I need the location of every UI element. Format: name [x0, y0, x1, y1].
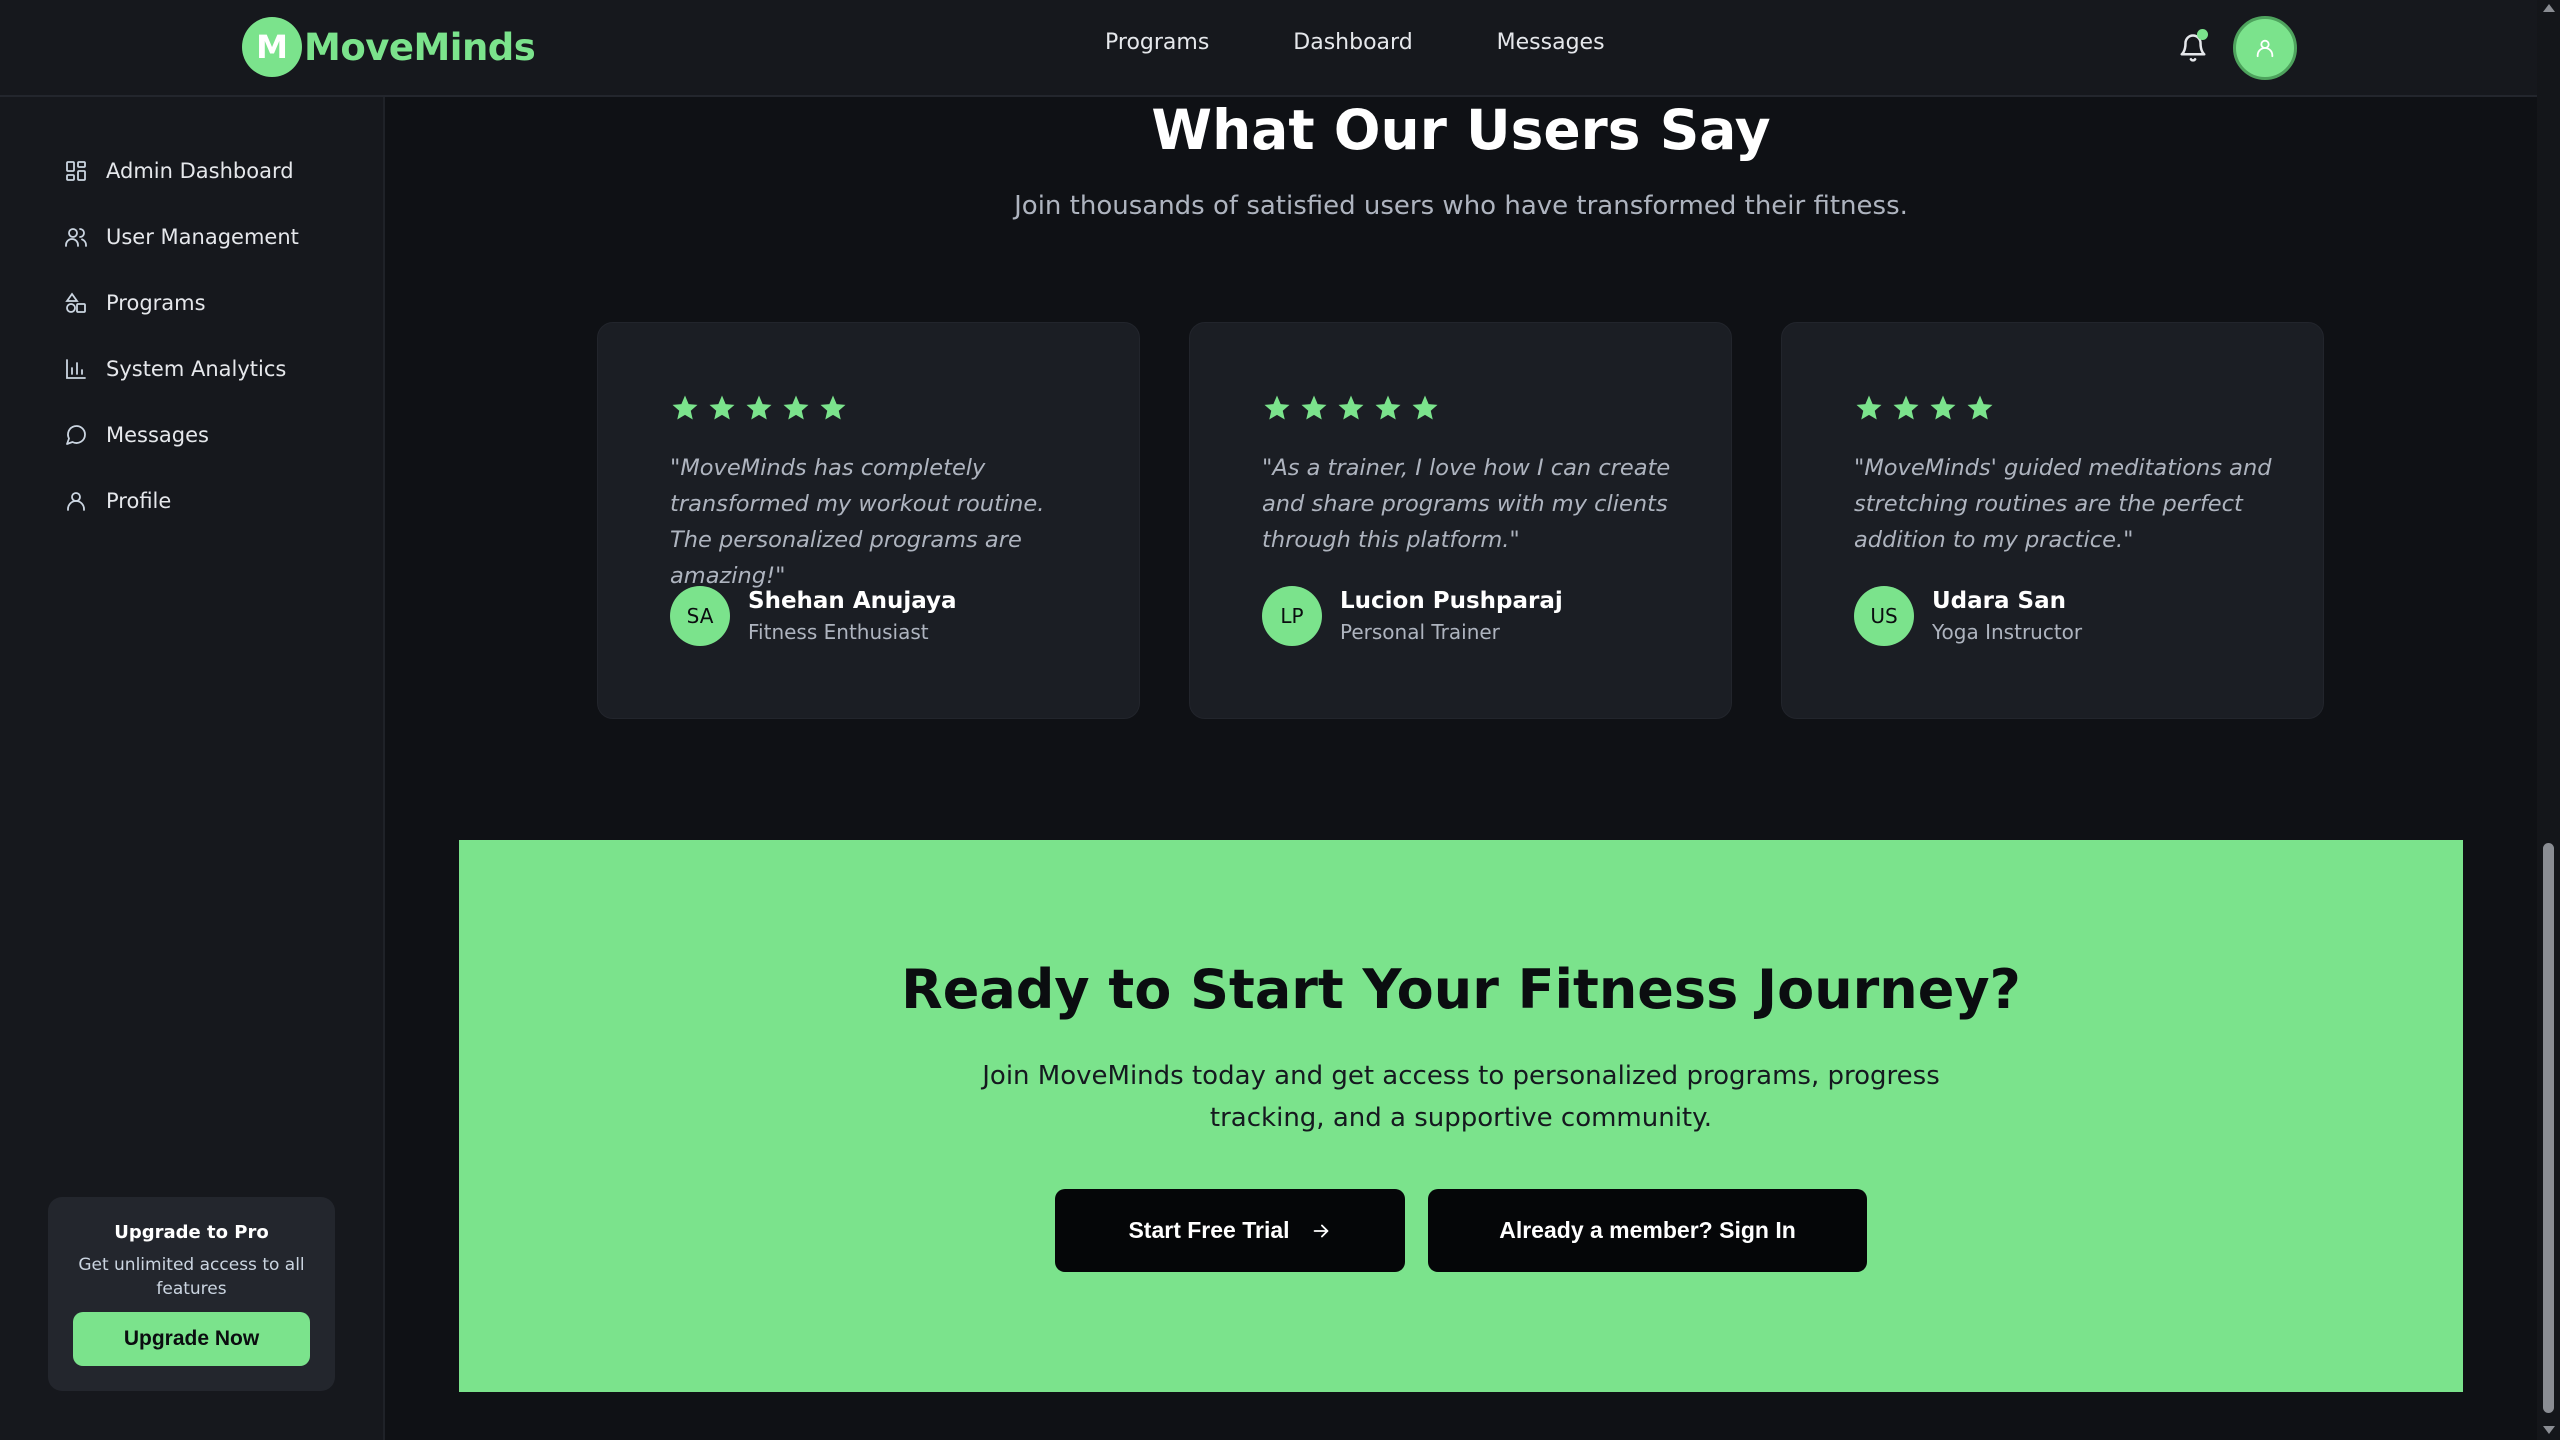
star-icon — [1301, 395, 1327, 420]
users-icon — [65, 228, 87, 247]
page-scrollbar[interactable] — [2537, 0, 2560, 1440]
dashboard-grid-icon — [66, 161, 86, 181]
author-name: Lucion Pushparaj — [1340, 588, 1563, 614]
avatar: SA — [670, 586, 730, 646]
message-circle-icon — [66, 425, 86, 445]
top-nav: Programs Dashboard Messages — [1105, 30, 1689, 55]
author-role: Personal Trainer — [1340, 620, 1500, 644]
sidebar-item-label: User Management — [106, 225, 299, 249]
avatar: LP — [1262, 586, 1322, 646]
star-rating — [1854, 393, 1995, 423]
sidebar: Admin Dashboard User Management Programs… — [0, 97, 385, 1440]
star-rating — [670, 393, 848, 423]
sidebar-item-label: Messages — [106, 423, 209, 447]
star-icon — [820, 395, 846, 420]
testimonial-card: "MoveMinds has completely transformed my… — [597, 322, 1140, 719]
cta-section: Ready to Start Your Fitness Journey? Joi… — [459, 840, 2463, 1392]
star-icon — [1856, 395, 1882, 420]
star-icon — [1412, 395, 1438, 420]
user-icon — [67, 492, 85, 511]
sidebar-item-programs[interactable]: Programs — [64, 291, 206, 315]
sidebar-item-user-management[interactable]: User Management — [64, 225, 299, 249]
avatar: US — [1854, 586, 1914, 646]
upgrade-description: Get unlimited access to all features — [78, 1255, 305, 1299]
sidebar-item-system-analytics[interactable]: System Analytics — [64, 357, 286, 381]
upgrade-card: Upgrade to Pro Get unlimited access to a… — [48, 1197, 335, 1391]
author-role: Yoga Instructor — [1932, 620, 2083, 644]
sidebar-item-label: Programs — [106, 291, 206, 315]
sidebar-item-label: Admin Dashboard — [106, 159, 294, 183]
nav-programs[interactable]: Programs — [1105, 30, 1209, 55]
scroll-up-arrow[interactable] — [2543, 4, 2555, 12]
brand-logo[interactable]: M MoveMinds — [242, 17, 536, 77]
user-icon — [2256, 39, 2274, 58]
nav-dashboard[interactable]: Dashboard — [1293, 30, 1412, 55]
arrow-right-icon — [1313, 1224, 1328, 1237]
testimonials-subheading: Join thousands of satisfied users who ha… — [1014, 191, 1908, 221]
testimonial-quote: "MoveMinds has completely transformed my… — [670, 455, 1045, 589]
testimonial-card: "As a trainer, I love how I can create a… — [1189, 322, 1732, 719]
star-icon — [709, 395, 735, 420]
logo-badge: M — [242, 17, 302, 77]
sidebar-item-messages[interactable]: Messages — [64, 423, 209, 447]
testimonial-author: SA Shehan Anujaya Fitness Enthusiast — [670, 586, 957, 646]
testimonial-author: US Udara San Yoga Instructor — [1854, 586, 2082, 646]
sidebar-item-label: Profile — [106, 489, 172, 513]
sign-in-button[interactable]: Already a member? Sign In — [1428, 1189, 1867, 1272]
star-icon — [1375, 395, 1401, 420]
star-icon — [1930, 395, 1956, 420]
testimonial-author: LP Lucion Pushparaj Personal Trainer — [1262, 586, 1563, 646]
testimonials-heading: What Our Users Say — [1151, 98, 1771, 162]
author-name: Udara San — [1932, 588, 2066, 614]
star-icon — [1264, 395, 1290, 420]
scroll-down-arrow[interactable] — [2543, 1426, 2555, 1434]
user-avatar-button[interactable] — [2233, 16, 2297, 80]
cta-title: Ready to Start Your Fitness Journey? — [901, 958, 2021, 1021]
upgrade-title: Upgrade to Pro — [114, 1222, 269, 1243]
testimonial-quote: "As a trainer, I love how I can create a… — [1262, 455, 1671, 553]
bar-chart-icon — [66, 359, 86, 379]
author-role: Fitness Enthusiast — [748, 620, 929, 644]
star-icon — [783, 395, 809, 420]
sidebar-item-label: System Analytics — [106, 357, 287, 381]
testimonial-quote: "MoveMinds' guided meditations and stret… — [1854, 455, 2272, 553]
brand-name: MoveMinds — [304, 25, 536, 69]
start-free-trial-button[interactable]: Start Free Trial — [1055, 1189, 1405, 1272]
star-rating — [1262, 393, 1440, 423]
sidebar-item-profile[interactable]: Profile — [64, 489, 171, 513]
testimonial-card: "MoveMinds' guided meditations and stret… — [1781, 322, 2324, 719]
star-icon — [1338, 395, 1364, 420]
notification-dot — [2197, 29, 2208, 40]
cta-description: Join MoveMinds today and get access to p… — [982, 1061, 1940, 1133]
start-free-trial-label: Start Free Trial — [1128, 1217, 1290, 1243]
star-icon — [1893, 395, 1919, 420]
star-icon — [672, 395, 698, 420]
nav-messages[interactable]: Messages — [1497, 30, 1605, 55]
star-icon — [1967, 395, 1993, 420]
scroll-thumb[interactable] — [2543, 843, 2554, 1413]
top-navbar: M MoveMinds Programs Dashboard Messages — [0, 0, 2537, 97]
shapes-icon — [65, 292, 86, 313]
sidebar-item-admin-dashboard[interactable]: Admin Dashboard — [64, 159, 294, 183]
author-name: Shehan Anujaya — [748, 588, 957, 614]
star-icon — [746, 395, 772, 420]
upgrade-now-button[interactable]: Upgrade Now — [73, 1312, 310, 1366]
